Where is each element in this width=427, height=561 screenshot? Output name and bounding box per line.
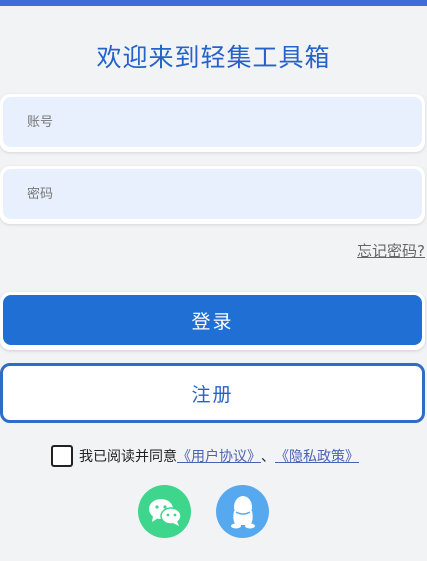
qq-icon <box>230 495 255 528</box>
register-button[interactable]: 注册 <box>0 363 425 423</box>
top-accent-bar <box>0 0 427 6</box>
agreement-row: 我已阅读并同意 《用户协议》 、 《隐私政策》 <box>51 444 359 468</box>
agreement-separator: 、 <box>261 449 275 465</box>
account-field-container <box>0 94 425 152</box>
wechat-icon <box>148 498 182 526</box>
qq-login-button[interactable] <box>216 485 269 538</box>
login-button[interactable]: 登录 <box>3 295 422 345</box>
agreement-text: 我已阅读并同意 <box>79 449 177 465</box>
user-agreement-link[interactable]: 《用户协议》 <box>177 446 261 466</box>
page-title: 欢迎来到轻集工具箱 <box>96 43 331 72</box>
forgot-password-link[interactable]: 忘记密码? <box>357 240 425 261</box>
login-page: 欢迎来到轻集工具箱 忘记密码? 登录 注册 我已阅读并同意 《用户协议》 、 《… <box>0 0 427 561</box>
account-input[interactable] <box>3 97 422 147</box>
password-input[interactable] <box>3 169 422 219</box>
wechat-login-button[interactable] <box>138 485 191 538</box>
password-field-container <box>0 166 425 224</box>
privacy-policy-link[interactable]: 《隐私政策》 <box>275 446 359 466</box>
agreement-checkbox[interactable] <box>51 445 73 467</box>
login-button-container: 登录 <box>0 292 425 350</box>
